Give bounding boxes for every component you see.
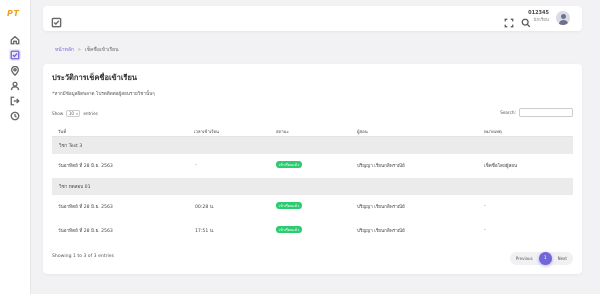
cell-teacher: ปริญญา เรียนกลิพราณีย์ bbox=[357, 229, 405, 234]
status-badge: เข้าเรียนแล้ว bbox=[276, 226, 302, 233]
page-1-button[interactable]: 1 bbox=[538, 252, 552, 265]
table-info: Showing 1 to 3 of 3 entries bbox=[52, 254, 114, 259]
column-header-date[interactable]: วันที่ bbox=[58, 128, 66, 135]
entries-select[interactable]: 10 ▾ bbox=[66, 110, 81, 117]
column-header-time[interactable]: เวลาเข้าเรียน bbox=[194, 128, 219, 135]
checkbox-icon bbox=[51, 17, 62, 28]
breadcrumb-current: เช็คชื่อเข้าเรียน bbox=[84, 47, 119, 53]
group-name: วิชา Test 3 bbox=[59, 144, 83, 149]
status-badge: เข้าเรียนแล้ว bbox=[276, 202, 302, 209]
cell-time: 17:51 น. bbox=[195, 229, 215, 234]
cell-remark: เช็คชื่อโดยผู้สอน bbox=[484, 164, 518, 169]
table-group-row: วิชา Test 3 bbox=[52, 137, 573, 154]
cell-date: วันอาทิตย์ ที่ 28 มิ.ย. 2563 bbox=[58, 164, 113, 169]
breadcrumb-separator: » bbox=[77, 47, 81, 53]
user-icon bbox=[10, 81, 20, 91]
sidebar-item-profile[interactable] bbox=[9, 80, 21, 92]
page-title: ประวัติการเช็คชื่อเข้าเรียน bbox=[52, 73, 137, 82]
checkbox-icon bbox=[10, 50, 20, 60]
fullscreen-icon bbox=[504, 18, 514, 28]
sidebar-item-location[interactable] bbox=[9, 65, 21, 77]
app-logo[interactable]: PT bbox=[7, 9, 19, 18]
entries-length-control: Show 10 ▾ entries bbox=[52, 110, 98, 117]
column-header-status[interactable]: สถานะ bbox=[276, 128, 289, 135]
sidebar-item-attendance[interactable] bbox=[9, 49, 21, 61]
attendance-history-card: ประวัติการเช็คชื่อเข้าเรียน *หากมีข้อมูล… bbox=[43, 64, 582, 274]
cell-time: 00:28 น. bbox=[195, 205, 215, 210]
table-search: Search: bbox=[500, 108, 573, 117]
map-pin-icon bbox=[10, 66, 20, 76]
sidebar-item-home[interactable] bbox=[9, 34, 21, 46]
cell-date: วันอาทิตย์ ที่ 28 มิ.ย. 2563 bbox=[58, 205, 113, 210]
sidebar: PT bbox=[0, 0, 31, 294]
sidebar-item-logout[interactable] bbox=[9, 95, 21, 107]
top-bar: 012345 นักเรียน bbox=[43, 6, 582, 31]
cell-date: วันอาทิตย์ ที่ 28 มิ.ย. 2563 bbox=[58, 229, 113, 234]
home-icon bbox=[10, 35, 20, 45]
table-row: วันอาทิตย์ ที่ 28 มิ.ย. 2563 17:51 น. เข… bbox=[52, 219, 573, 243]
breadcrumb: หน้าหลัก » เช็คชื่อเข้าเรียน bbox=[55, 46, 119, 54]
entries-label: entries bbox=[83, 111, 98, 116]
cell-teacher: ปริญญา เรียนกลิพราณีย์ bbox=[357, 164, 405, 169]
user-info[interactable]: 012345 นักเรียน bbox=[528, 10, 549, 24]
search-input[interactable] bbox=[519, 108, 573, 117]
error-note: *หากมีข้อมูลผิดพลาด โปรดติดต่อผู้สอนรายว… bbox=[52, 92, 155, 97]
avatar[interactable] bbox=[556, 11, 570, 25]
table-group-row: วิชา ทดสอบ 01 bbox=[52, 178, 573, 195]
group-name: วิชา ทดสอบ 01 bbox=[59, 185, 91, 190]
show-label: Show bbox=[52, 111, 64, 116]
clock-icon bbox=[10, 111, 20, 121]
table-header: วันที่ เวลาเข้าเรียน สถานะ ผู้สอน หมายเห… bbox=[52, 124, 573, 137]
table-row: วันอาทิตย์ ที่ 28 มิ.ย. 2563 - เข้าเรียน… bbox=[52, 154, 573, 178]
chevron-down-icon: ▾ bbox=[76, 111, 78, 116]
cell-remark: - bbox=[484, 204, 486, 209]
cell-teacher: ปริญญา เรียนกลิพราณีย์ bbox=[357, 205, 405, 210]
sidebar-item-history[interactable] bbox=[9, 110, 21, 122]
status-badge: เข้าเรียนแล้ว bbox=[276, 161, 302, 168]
pagination: Previous 1 Next bbox=[509, 252, 573, 265]
logout-icon bbox=[10, 96, 20, 106]
fullscreen-button[interactable] bbox=[504, 13, 514, 28]
checklist-toggle-button[interactable] bbox=[51, 13, 62, 28]
attendance-table: วันที่ เวลาเข้าเรียน สถานะ ผู้สอน หมายเห… bbox=[52, 124, 573, 243]
search-label: Search: bbox=[500, 110, 516, 115]
user-id: 012345 bbox=[528, 10, 549, 16]
table-row: วันอาทิตย์ ที่ 28 มิ.ย. 2563 00:28 น. เข… bbox=[52, 195, 573, 219]
column-header-teacher[interactable]: ผู้สอน bbox=[357, 128, 368, 135]
cell-time: - bbox=[195, 163, 197, 168]
next-page-button[interactable]: Next bbox=[552, 256, 573, 261]
column-header-remark[interactable]: หมายเหตุ bbox=[484, 128, 502, 135]
previous-page-button[interactable]: Previous bbox=[510, 256, 539, 261]
entries-select-value: 10 bbox=[68, 111, 74, 116]
user-role: นักเรียน bbox=[533, 18, 549, 23]
breadcrumb-home-link[interactable]: หน้าหลัก bbox=[55, 46, 74, 54]
cell-remark: - bbox=[484, 228, 486, 233]
